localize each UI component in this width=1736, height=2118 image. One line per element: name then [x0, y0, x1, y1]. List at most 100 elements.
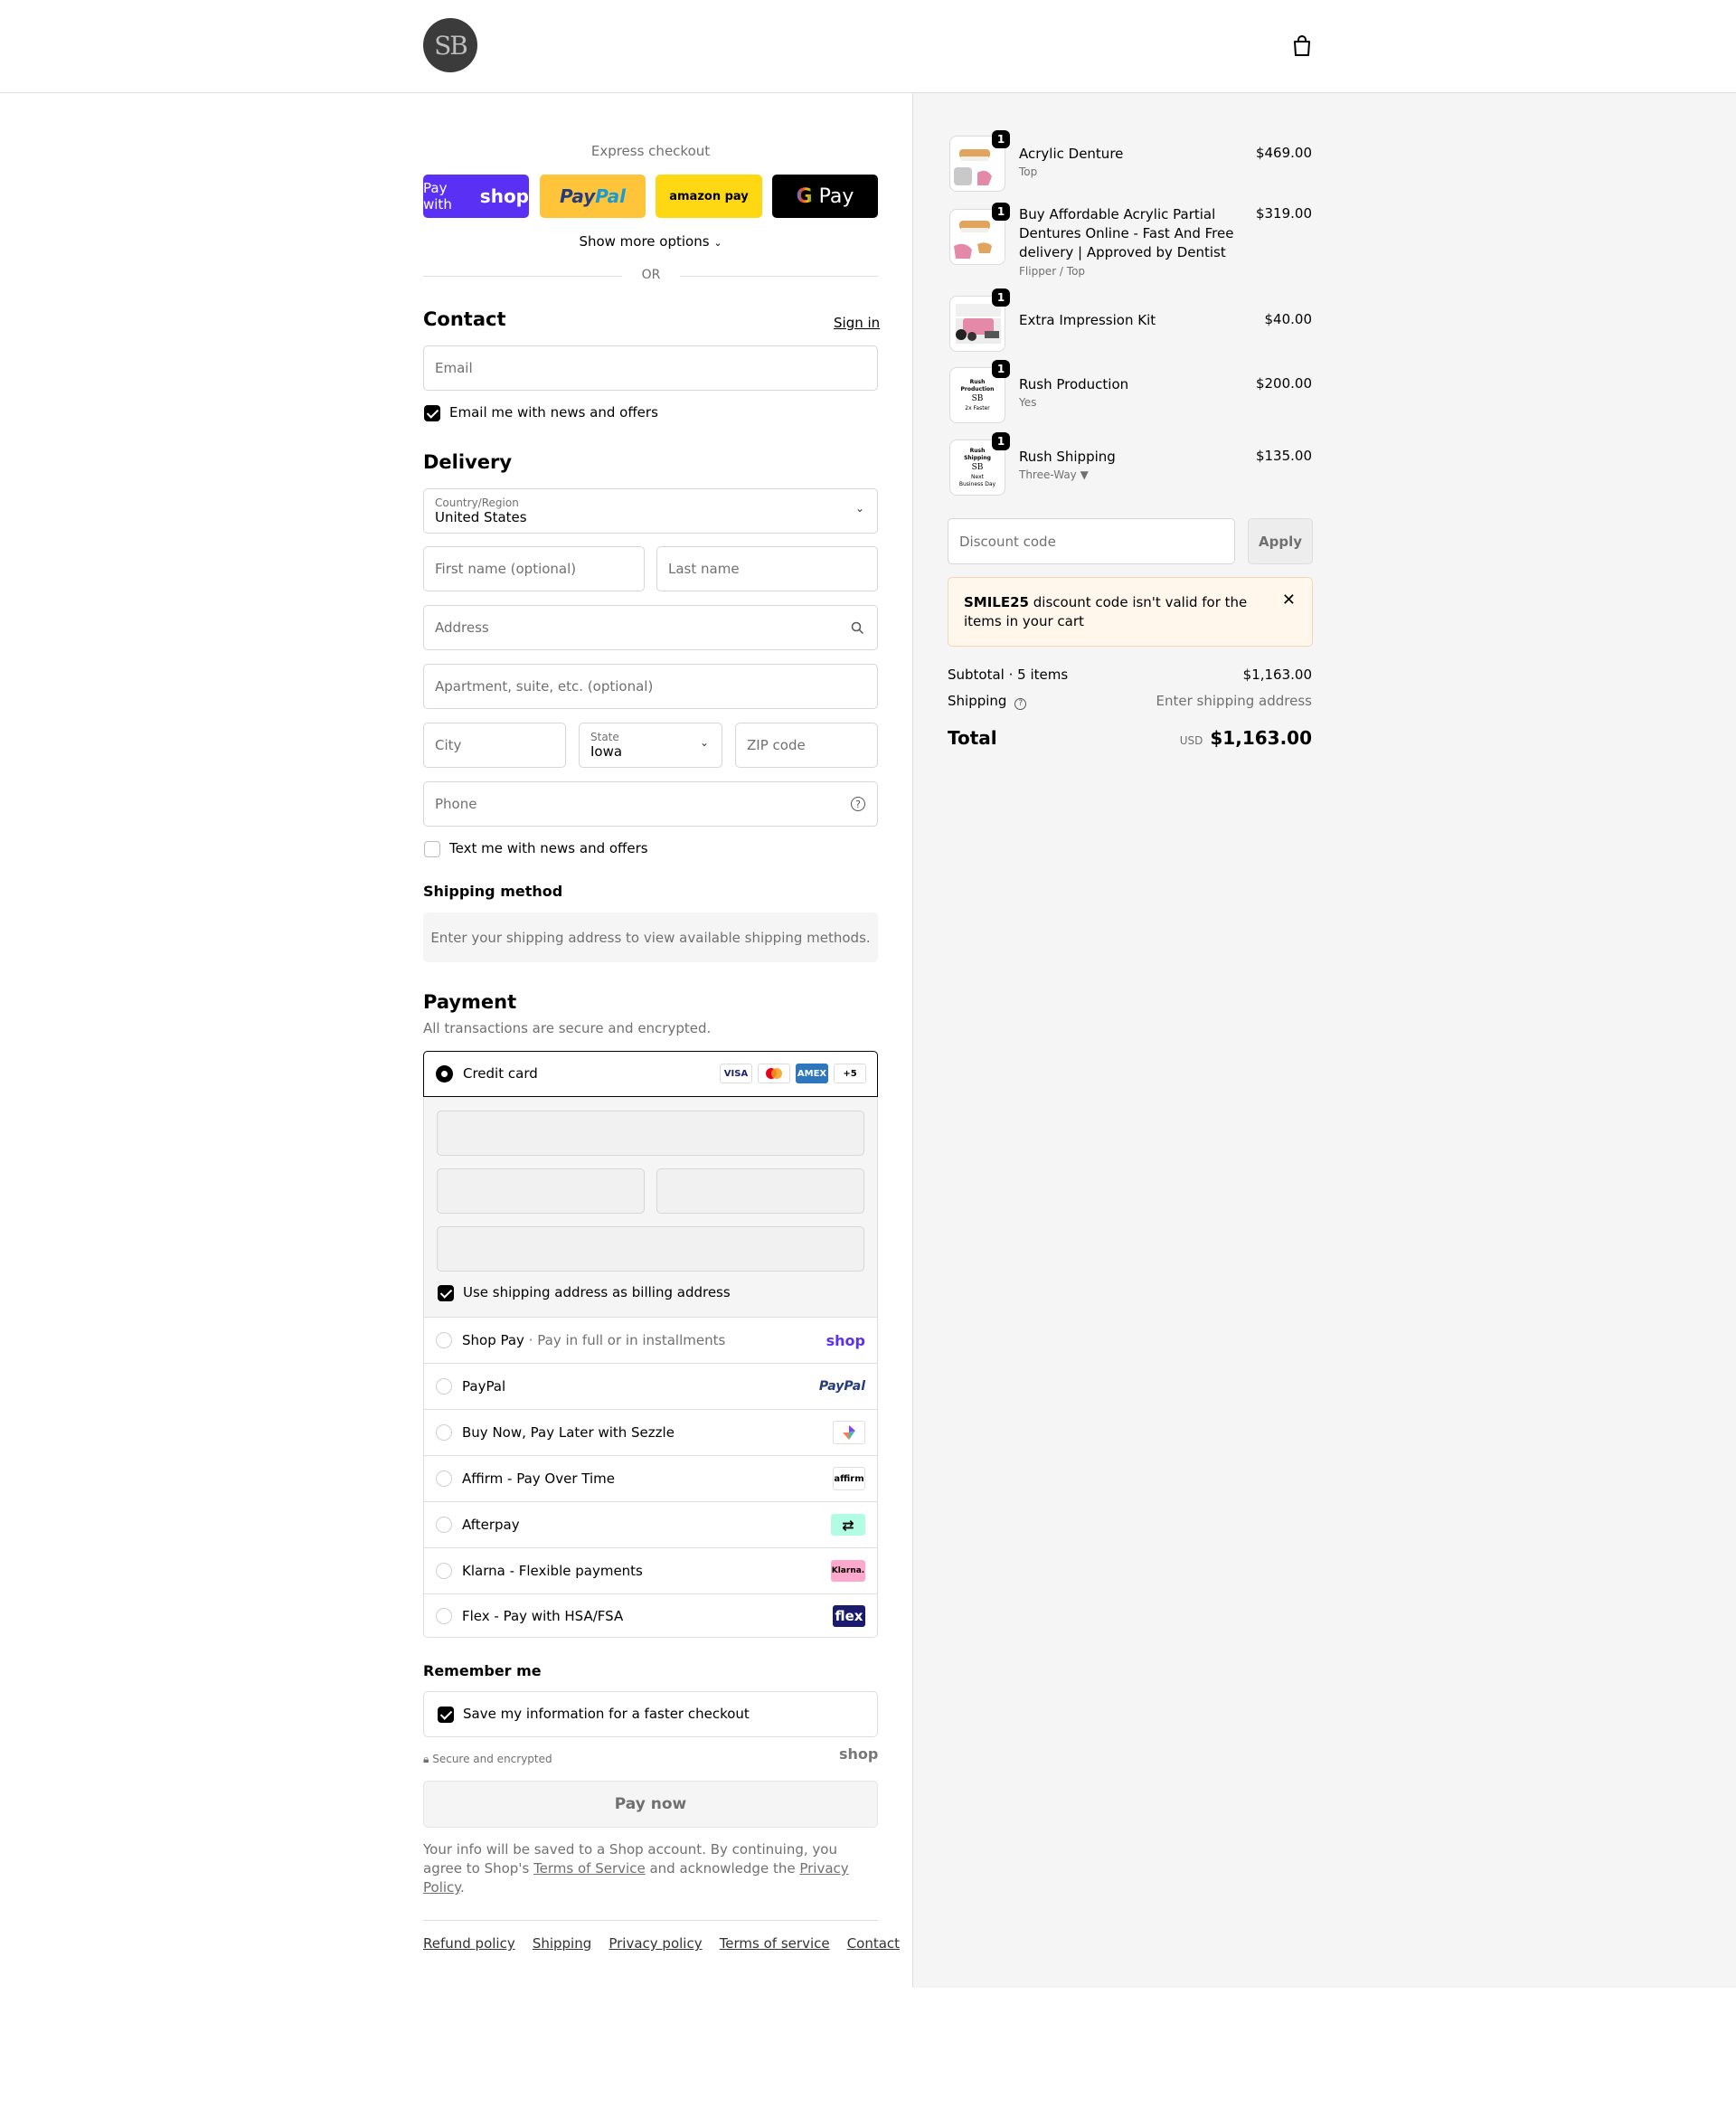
first-name-field[interactable]: First name (optional)	[423, 546, 645, 591]
shop-logo-icon: shop	[839, 1745, 879, 1763]
mastercard-icon	[758, 1064, 790, 1083]
radio-button[interactable]	[436, 1332, 452, 1348]
item-price: $40.00	[1264, 311, 1313, 327]
quantity-badge: 1	[992, 203, 1010, 221]
sezzle-logo-icon	[833, 1421, 865, 1444]
contact-link[interactable]: Contact	[847, 1935, 900, 1952]
item-name: Buy Affordable Acrylic Partial Dentures …	[1019, 206, 1234, 260]
last-name-field[interactable]: Last name	[656, 546, 878, 591]
item-name: Rush Production	[1019, 376, 1129, 392]
search-icon	[851, 621, 864, 635]
payment-option-flex[interactable]: Flex - Pay with HSA/FSA flex	[423, 1593, 878, 1638]
card-name-field[interactable]	[437, 1226, 864, 1272]
payment-option-affirm[interactable]: Affirm - Pay Over Time affirm	[423, 1455, 878, 1501]
radio-button[interactable]	[436, 1424, 452, 1441]
shipping-method-heading: Shipping method	[423, 883, 563, 900]
klarna-logo-icon: Klarna.	[831, 1560, 865, 1582]
discount-error-alert: SMILE25 discount code isn't valid for th…	[948, 577, 1313, 647]
close-icon[interactable]: ✕	[1282, 591, 1296, 610]
amazon-pay-button[interactable]: amazon pay	[656, 175, 762, 218]
card-number-field[interactable]	[437, 1111, 864, 1156]
quantity-badge: 1	[992, 288, 1010, 307]
payment-option-afterpay[interactable]: Afterpay ⇄	[423, 1501, 878, 1547]
phone-field[interactable]: Phone ?	[423, 781, 878, 827]
payment-heading: Payment	[423, 991, 517, 1013]
privacy-policy-footer-link[interactable]: Privacy policy	[609, 1935, 702, 1952]
or-divider-label: OR	[641, 268, 661, 282]
item-price: $135.00	[1255, 448, 1312, 464]
refund-policy-link[interactable]: Refund policy	[423, 1935, 515, 1952]
legal-text: Your info will be saved to a Shop accoun…	[423, 1841, 849, 1896]
card-expiry-field[interactable]	[437, 1168, 645, 1214]
terms-of-service-link[interactable]: Terms of Service	[533, 1860, 646, 1877]
billing-address-checkbox[interactable]	[438, 1285, 454, 1301]
radio-button[interactable]	[436, 1470, 452, 1487]
item-variant: Top	[1019, 165, 1038, 178]
payment-option-paypal[interactable]: PayPal PayPal	[423, 1363, 878, 1409]
card-cvv-field[interactable]	[656, 1168, 864, 1214]
payment-option-klarna[interactable]: Klarna - Flexible payments Klarna.	[423, 1547, 878, 1593]
shop-logo-icon: shop	[826, 1331, 865, 1349]
help-icon[interactable]: ?	[1014, 697, 1027, 710]
radio-button[interactable]	[436, 1608, 452, 1624]
chevron-down-icon: ⌄	[713, 237, 722, 249]
paypal-button[interactable]: Pay Pal	[540, 175, 646, 218]
delivery-heading: Delivery	[423, 451, 513, 473]
total-value: $1,163.00	[1210, 727, 1312, 749]
radio-selected[interactable]	[436, 1065, 453, 1083]
shopping-bag-icon[interactable]	[1291, 34, 1313, 58]
help-icon[interactable]: ?	[851, 797, 865, 811]
divider-right	[680, 276, 878, 277]
save-info-box[interactable]: Save my information for a faster checkou…	[423, 1691, 878, 1737]
item-name: Acrylic Denture	[1019, 146, 1124, 162]
payment-option-shop-pay[interactable]: Shop Pay · Pay in full or in installment…	[423, 1317, 878, 1363]
apply-discount-button[interactable]: Apply	[1248, 518, 1313, 564]
item-name: Rush Shipping	[1019, 449, 1116, 465]
city-field[interactable]: City	[423, 723, 566, 768]
item-price: $319.00	[1255, 205, 1312, 222]
afterpay-logo-icon: ⇄	[831, 1514, 865, 1536]
save-info-checkbox[interactable]	[438, 1707, 454, 1723]
item-variant: Flipper / Top	[1019, 265, 1086, 278]
discount-code-field[interactable]: Discount code	[948, 518, 1235, 564]
remember-me-heading: Remember me	[423, 1662, 542, 1679]
zip-field[interactable]: ZIP code	[735, 723, 878, 768]
shop-pay-button[interactable]: Pay with shop	[423, 175, 529, 218]
amex-icon: AMEX	[796, 1064, 828, 1083]
state-select[interactable]: State Iowa ⌄	[579, 723, 722, 768]
email-field[interactable]: Email	[423, 345, 878, 391]
quantity-badge: 1	[992, 432, 1010, 450]
item-name: Extra Impression Kit	[1019, 312, 1156, 328]
country-select[interactable]: Country/Region United States ⌄	[423, 488, 878, 534]
email-news-label: Email me with news and offers	[449, 404, 658, 421]
pay-now-button[interactable]: Pay now	[423, 1781, 878, 1828]
visa-icon: VISA	[720, 1064, 752, 1083]
payment-subtitle: All transactions are secure and encrypte…	[423, 1020, 712, 1036]
contact-heading: Contact	[423, 308, 506, 330]
more-cards-badge: +5	[834, 1064, 866, 1083]
radio-button[interactable]	[436, 1517, 452, 1533]
email-news-checkbox[interactable]	[424, 405, 440, 421]
express-checkout-label: Express checkout	[590, 143, 711, 159]
payment-option-sezzle[interactable]: Buy Now, Pay Later with Sezzle	[423, 1409, 878, 1455]
shipping-label: Shipping ?	[948, 693, 1027, 710]
item-variant-dropdown[interactable]: Three-Way ▼	[1019, 468, 1089, 481]
text-news-checkbox[interactable]	[424, 841, 440, 857]
footer-links: Refund policy Shipping Privacy policy Te…	[423, 1934, 912, 1952]
card-brand-icons: VISA AMEX +5	[714, 1064, 866, 1083]
radio-button[interactable]	[436, 1378, 452, 1395]
sign-in-link[interactable]: Sign in	[834, 315, 880, 331]
radio-button[interactable]	[436, 1563, 452, 1579]
item-price: $469.00	[1255, 145, 1312, 161]
address-field[interactable]: Address	[423, 605, 878, 650]
show-more-options[interactable]: Show more options ⌄	[423, 233, 878, 250]
store-logo[interactable]: SB	[423, 18, 477, 72]
shipping-value: Enter shipping address	[1156, 693, 1312, 709]
google-pay-button[interactable]: G Pay	[772, 175, 878, 218]
credit-card-option[interactable]: Credit card VISA AMEX +5	[423, 1051, 878, 1097]
paypal-logo-icon: PayPal	[818, 1379, 865, 1394]
apartment-field[interactable]: Apartment, suite, etc. (optional)	[423, 664, 878, 709]
lock-icon: 🔒︎	[423, 1753, 429, 1765]
terms-of-service-footer-link[interactable]: Terms of service	[720, 1935, 830, 1952]
shipping-link[interactable]: Shipping	[533, 1935, 591, 1952]
